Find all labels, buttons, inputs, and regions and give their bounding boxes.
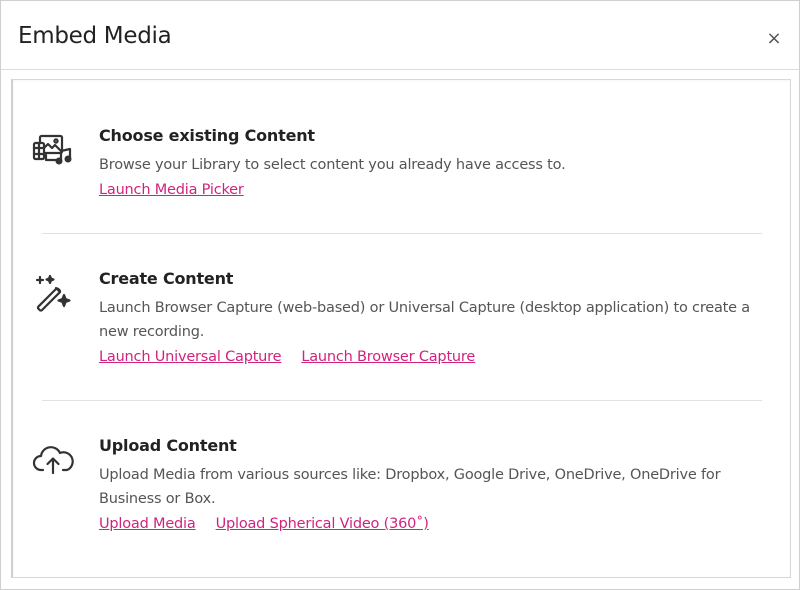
launch-browser-capture-link[interactable]: Launch Browser Capture [301,349,475,365]
magic-wand-icon [31,273,75,313]
section-links: Launch Universal Capture Launch Browser C… [99,348,779,366]
section-content: Choose existing Content Browse your Libr… [99,126,779,199]
dialog-title: Embed Media [18,23,172,49]
section-heading: Upload Content [99,436,237,455]
media-library-icon [31,130,75,170]
section-links: Launch Media Picker [99,181,779,199]
section-heading: Create Content [99,269,234,288]
close-button[interactable]: × [764,29,784,49]
section-content: Upload Content Upload Media from various… [99,436,779,533]
section-content: Create Content Launch Browser Capture (w… [99,269,779,366]
section-description: Upload Media from various sources like: … [99,467,721,507]
launch-universal-capture-link[interactable]: Launch Universal Capture [99,349,282,365]
section-heading: Choose existing Content [99,126,315,145]
upload-spherical-video-link[interactable]: Upload Spherical Video (360˚) [216,516,429,532]
dialog-header: Embed Media × [1,1,799,70]
section-description: Browse your Library to select content yo… [99,157,566,173]
section-description: Launch Browser Capture (web-based) or Un… [99,300,750,340]
section-links: Upload Media Upload Spherical Video (360˚… [99,515,779,533]
section-divider [42,233,762,234]
cloud-upload-icon [31,440,75,480]
dialog-body: Choose existing Content Browse your Libr… [11,79,791,578]
launch-media-picker-link[interactable]: Launch Media Picker [99,182,244,198]
upload-media-link[interactable]: Upload Media [99,516,196,532]
section-divider [42,400,762,401]
embed-media-dialog: Embed Media × Choose existing Content Br… [0,0,800,590]
